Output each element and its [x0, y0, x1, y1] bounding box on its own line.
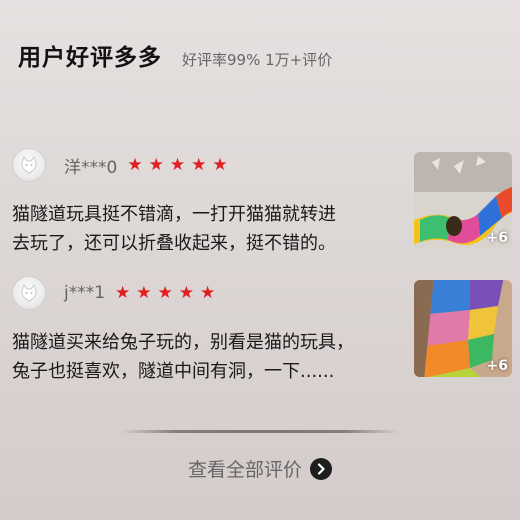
star-icon: ★ [115, 282, 131, 303]
star-icon: ★ [169, 154, 186, 175]
review-user-row: 洋***0 ★ ★ ★ ★ ★ [12, 148, 234, 182]
review-text-line: 兔子也挺喜欢，隧道中间有洞，一下...... [12, 361, 335, 382]
star-rating: ★ ★ ★ ★ ★ [127, 154, 233, 175]
review-text: 猫隧道玩具挺不错滴，一打开猫猫就转进 去玩了，还可以折叠收起来，挺不错的。 [12, 200, 406, 258]
section-divider [120, 430, 400, 433]
user-avatar [12, 148, 46, 182]
section-header: 用户好评多多 好评率99% 1万+评价 [18, 38, 332, 72]
star-icon: ★ [148, 154, 164, 175]
review-text-line: 去玩了，还可以折叠收起来，挺不错的。 [12, 233, 336, 254]
user-avatar [12, 276, 46, 310]
review-username: 洋***0 [64, 157, 118, 178]
rating-summary: 好评率99% 1万+评价 [182, 51, 333, 69]
default-avatar-icon [21, 283, 37, 302]
view-all-label: 查看全部评价 [187, 459, 302, 481]
view-all-reviews-button[interactable]: 查看全部评价 [0, 455, 520, 482]
review-photo-thumbnail[interactable]: +6 [414, 152, 512, 249]
review-text-line: 猫隧道买来给兔子玩的，别看是猫的玩具， [12, 332, 354, 353]
chevron-right-icon [310, 457, 332, 480]
star-icon: ★ [191, 154, 207, 175]
review-text: 猫隧道买来给兔子玩的，别看是猫的玩具， 兔子也挺喜欢，隧道中间有洞，一下....… [12, 328, 406, 386]
star-rating: ★ ★ ★ ★ ★ [115, 282, 221, 303]
star-icon: ★ [178, 282, 195, 303]
default-avatar-icon [21, 155, 37, 174]
section-title: 用户好评多多 [18, 45, 162, 71]
star-icon: ★ [200, 282, 216, 303]
review-username: j***1 [64, 283, 106, 303]
review-photo-thumbnail[interactable]: +6 [414, 280, 512, 377]
star-icon: ★ [136, 282, 152, 303]
star-icon: ★ [157, 282, 173, 303]
star-icon: ★ [127, 154, 143, 175]
review-user-row: j***1 ★ ★ ★ ★ ★ [12, 276, 221, 310]
review-text-line: 猫隧道玩具挺不错滴，一打开猫猫就转进 [12, 204, 336, 225]
photo-count-badge: +6 [486, 358, 508, 374]
star-icon: ★ [212, 154, 228, 175]
photo-count-badge: +6 [486, 230, 508, 246]
